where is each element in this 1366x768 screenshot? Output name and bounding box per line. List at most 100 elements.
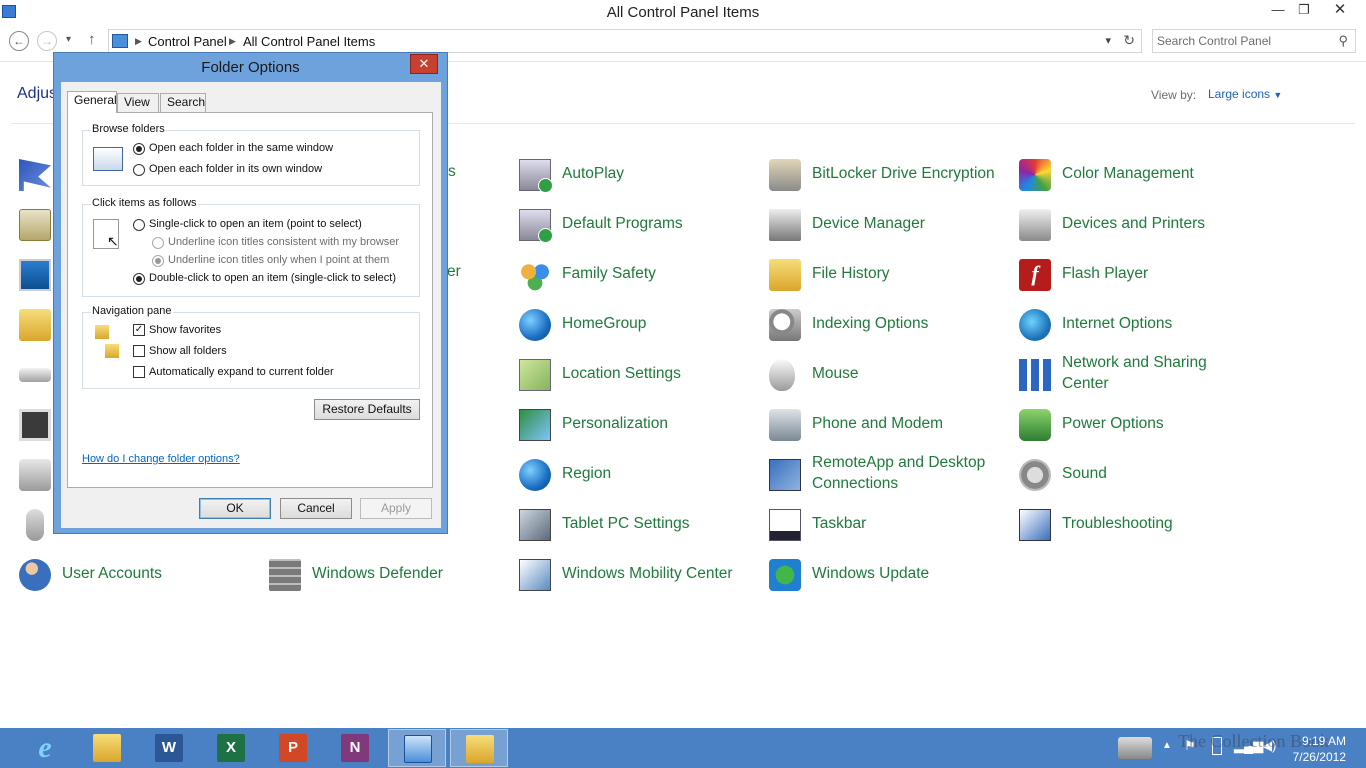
- radio-single-click[interactable]: [133, 219, 145, 231]
- windows-update-icon: [769, 559, 801, 591]
- restore-button[interactable]: ❐: [1290, 0, 1318, 22]
- general-tab-panel: Browse folders Open each folder in the s…: [67, 112, 433, 488]
- option-label[interactable]: Open each folder in its own window: [149, 163, 322, 175]
- cp-item-label: Network and Sharing Center: [1062, 354, 1207, 392]
- cp-item-label: Family Safety: [562, 265, 656, 282]
- cp-item-label: Internet Options: [1062, 315, 1173, 332]
- checkbox-auto-expand[interactable]: [133, 366, 145, 378]
- onenote-icon: N: [341, 734, 369, 762]
- cp-item-label: RemoteApp and Desktop Connections: [812, 454, 986, 492]
- checkbox-show-favorites[interactable]: ✓: [133, 324, 145, 336]
- location-settings-icon: [519, 359, 551, 391]
- minimize-button[interactable]: —: [1264, 0, 1292, 22]
- cp-item-label: Troubleshooting: [1062, 515, 1173, 532]
- up-button[interactable]: ↑: [88, 31, 96, 48]
- cp-item-label: Personalization: [562, 415, 668, 432]
- file-history-icon: [769, 259, 801, 291]
- cp-item-label-partial[interactable]: er: [447, 263, 461, 281]
- search-input[interactable]: [1157, 32, 1327, 50]
- option-label[interactable]: Show all folders: [149, 345, 227, 357]
- file-explorer-icon: [93, 734, 121, 762]
- touch-keyboard-icon[interactable]: [1118, 737, 1152, 759]
- taskbar-file-explorer[interactable]: [78, 729, 136, 767]
- tab-general[interactable]: General: [67, 91, 117, 113]
- option-label[interactable]: Show favorites: [149, 324, 221, 336]
- breadcrumb-separator-icon[interactable]: ▶: [229, 36, 236, 47]
- dialog-title: Folder Options: [201, 59, 300, 76]
- show-hidden-icons-icon[interactable]: ▲: [1162, 740, 1172, 751]
- group-title: Navigation pane: [91, 305, 173, 317]
- restore-defaults-button[interactable]: Restore Defaults: [314, 399, 420, 420]
- forward-button[interactable]: →: [37, 31, 57, 51]
- clock-time[interactable]: 9:19 AM: [1290, 734, 1346, 748]
- personalization-icon: [519, 409, 551, 441]
- printer-icon: [1019, 209, 1051, 241]
- option-label[interactable]: Double-click to open an item (single-cli…: [149, 272, 396, 284]
- breadcrumb-all-items[interactable]: All Control Panel Items: [243, 34, 375, 49]
- refresh-icon[interactable]: ↻: [1123, 32, 1135, 49]
- mobility-center-icon: [519, 559, 551, 591]
- close-button[interactable]: ✕: [1326, 0, 1354, 22]
- help-link[interactable]: How do I change folder options?: [82, 453, 240, 465]
- option-label[interactable]: Automatically expand to current folder: [149, 366, 334, 378]
- keyboard-icon: [19, 368, 51, 382]
- cp-item-label: Devices and Printers: [1062, 215, 1206, 232]
- cp-item-label: Phone and Modem: [812, 415, 943, 432]
- homegroup-icon: [519, 309, 551, 341]
- option-label[interactable]: Single-click to open an item (point to s…: [149, 218, 362, 230]
- option-label[interactable]: Underline icon titles only when I point …: [168, 254, 389, 266]
- chevron-down-icon: ▼: [1273, 90, 1283, 100]
- autoplay-icon: [519, 159, 553, 193]
- taskbar-folder-options[interactable]: [450, 729, 508, 767]
- taskbar-internet-explorer[interactable]: e: [16, 729, 74, 767]
- recent-locations-chevron-icon[interactable]: ▾: [66, 34, 71, 45]
- taskbar-word[interactable]: W: [140, 729, 198, 767]
- network-icon: [1019, 359, 1051, 391]
- mouse-icon: [769, 359, 795, 391]
- search-box[interactable]: ⚲: [1152, 29, 1356, 53]
- cp-item-label-partial[interactable]: s: [448, 163, 456, 181]
- folder-icon: [95, 325, 109, 339]
- radio-same-window[interactable]: [133, 143, 145, 155]
- radio-underline-browser[interactable]: [152, 237, 164, 249]
- dialog-close-button[interactable]: ✕: [410, 54, 438, 74]
- cp-item-label: HomeGroup: [562, 315, 647, 332]
- radio-underline-point[interactable]: [152, 255, 164, 267]
- radio-double-click[interactable]: [133, 273, 145, 285]
- apply-button[interactable]: Apply: [360, 498, 432, 519]
- internet-options-icon: [1019, 309, 1051, 341]
- breadcrumb-control-panel[interactable]: Control Panel: [148, 34, 227, 49]
- checkbox-show-all-folders[interactable]: [133, 345, 145, 357]
- address-dropdown-icon[interactable]: ▾: [1105, 34, 1111, 47]
- taskbar-excel[interactable]: X: [202, 729, 260, 767]
- bitlocker-icon: [769, 159, 801, 191]
- user-accounts-icon: [19, 559, 51, 591]
- cp-item-label: Windows Update: [812, 565, 930, 582]
- cancel-button[interactable]: Cancel: [280, 498, 352, 519]
- breadcrumb-separator-icon[interactable]: ▶: [135, 36, 142, 47]
- view-by-value: Large icons: [1208, 87, 1271, 101]
- microphone-icon: [26, 509, 44, 541]
- view-by-dropdown[interactable]: Large icons ▼: [1208, 87, 1282, 101]
- cp-item-label: Mouse: [812, 365, 859, 382]
- taskbar-powerpoint[interactable]: P: [264, 729, 322, 767]
- browse-folders-group: Browse folders Open each folder in the s…: [82, 123, 420, 186]
- tab-view[interactable]: View: [117, 93, 159, 112]
- family-safety-icon: [519, 259, 551, 291]
- search-icon[interactable]: ⚲: [1338, 33, 1348, 49]
- option-label[interactable]: Underline icon titles consistent with my…: [168, 236, 399, 248]
- tab-search[interactable]: Search: [160, 93, 206, 112]
- cp-item-label: Taskbar: [812, 515, 867, 532]
- back-button[interactable]: ←: [9, 31, 29, 51]
- option-label[interactable]: Open each folder in the same window: [149, 142, 333, 154]
- taskbar-onenote[interactable]: N: [326, 729, 384, 767]
- folder-icon: [19, 309, 51, 341]
- control-panel-icon: [404, 735, 432, 763]
- cp-item-label: Color Management: [1062, 165, 1194, 182]
- clock-date[interactable]: 7/26/2012: [1284, 750, 1346, 764]
- powerpoint-icon: P: [279, 734, 307, 762]
- address-bar[interactable]: ▶ Control Panel ▶ All Control Panel Item…: [108, 29, 1142, 53]
- taskbar-control-panel[interactable]: [388, 729, 446, 767]
- radio-own-window[interactable]: [133, 164, 145, 176]
- ok-button[interactable]: OK: [199, 498, 271, 519]
